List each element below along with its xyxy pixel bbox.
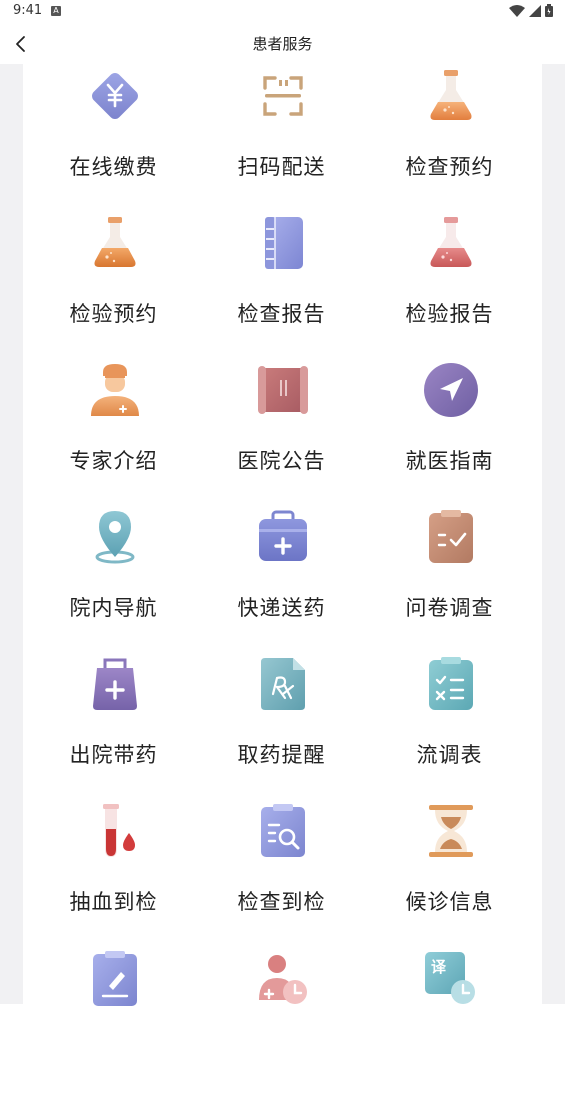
service-tile-waiting-info[interactable]: 候诊信息 [363,803,536,950]
service-tile-discharge-medicine[interactable]: 出院带药 [27,656,200,803]
service-label: 医院公告 [237,449,326,473]
status-time: 9:41 [13,3,43,18]
service-tile-medical-guide[interactable]: 就医指南 [363,362,536,509]
notebook-icon [265,217,303,269]
service-label: 专家介绍 [69,449,158,473]
service-label: 院内导航 [69,596,158,620]
translate-glyph: 译 [431,958,447,976]
yuan-payment-icon [92,73,138,119]
battery-icon [545,4,553,17]
status-indicators [509,4,553,17]
checklist-clipboard-icon [429,510,473,563]
service-label: 在线缴费 [69,155,158,179]
wifi-icon [509,4,525,17]
service-label: 检查预约 [405,155,494,179]
clipboard-search-icon [261,804,305,857]
translate-clock-icon: 译 [425,952,475,1004]
service-tile-questionnaire[interactable]: 问卷调查 [363,509,536,656]
survey-clipboard-icon [429,657,473,710]
service-label: 扫码配送 [237,155,326,179]
service-tile-hospital-notice[interactable]: 医院公告 [195,362,368,509]
service-tile-epidemiology-form[interactable]: 流调表 [363,656,536,803]
flask-icon [94,217,136,267]
flask-icon [430,70,472,120]
person-clock-icon [259,955,307,1004]
notification-icon: A [51,6,61,16]
service-tile-exam-report[interactable]: 检查报告 [195,215,368,362]
service-label: 检验预约 [69,302,158,326]
service-tile-indoor-navigation[interactable]: 院内导航 [27,509,200,656]
service-tile-appointment-person[interactable] [195,950,368,1097]
service-label: 出院带药 [69,743,158,767]
flask-red-icon [430,217,472,267]
service-tile-expert-intro[interactable]: 专家介绍 [27,362,200,509]
scan-code-icon [263,76,303,116]
page-margin-left [0,64,23,1004]
service-label: 候诊信息 [405,890,494,914]
service-label: 流调表 [416,743,483,767]
header-bar: 患者服务 [0,24,565,64]
service-tile-pickup-reminder[interactable]: 取药提醒 [195,656,368,803]
service-label: 快递送药 [237,596,326,620]
service-tile-translation[interactable]: 译 [363,950,536,1097]
service-tile-express-medicine[interactable]: 快递送药 [195,509,368,656]
service-tile-exam-checkin[interactable]: 检查到检 [195,803,368,950]
service-label: 就医指南 [405,449,494,473]
navigation-arrow-icon [424,363,478,417]
services-grid: 在线缴费 扫码配送 检查预约 检验预约 检查报告 检验报告 专家介绍 医院公告 … [23,64,542,1006]
service-tile-online-payment[interactable]: 在线缴费 [27,68,200,215]
service-label: 检查到检 [237,890,326,914]
doctor-icon [91,364,139,416]
prescription-rx-icon [261,658,305,710]
service-tile-edit-form[interactable] [27,950,200,1097]
signal-icon [529,4,541,17]
status-bar: 9:41 A [0,0,565,24]
scroll-icon [258,366,308,414]
service-label: 检验报告 [405,302,494,326]
service-tile-lab-report[interactable]: 检验报告 [363,215,536,362]
service-label: 取药提醒 [237,743,326,767]
service-tile-scan-delivery[interactable]: 扫码配送 [195,68,368,215]
service-tile-lab-appointment[interactable]: 检验预约 [27,215,200,362]
page-title: 患者服务 [252,35,313,53]
service-tile-exam-appointment[interactable]: 检查预约 [363,68,536,215]
service-label: 抽血到检 [69,890,158,914]
service-tile-blood-draw-checkin[interactable]: 抽血到检 [27,803,200,950]
hourglass-icon [429,805,473,857]
medicine-bag-icon [93,658,137,710]
page-margin-right [542,64,565,1004]
service-label: 检查报告 [237,302,326,326]
medical-kit-icon [259,510,307,561]
service-label: 问卷调查 [405,596,494,620]
edit-clipboard-icon [93,951,137,1006]
blood-tube-icon [103,804,135,857]
location-pin-icon [95,511,135,564]
